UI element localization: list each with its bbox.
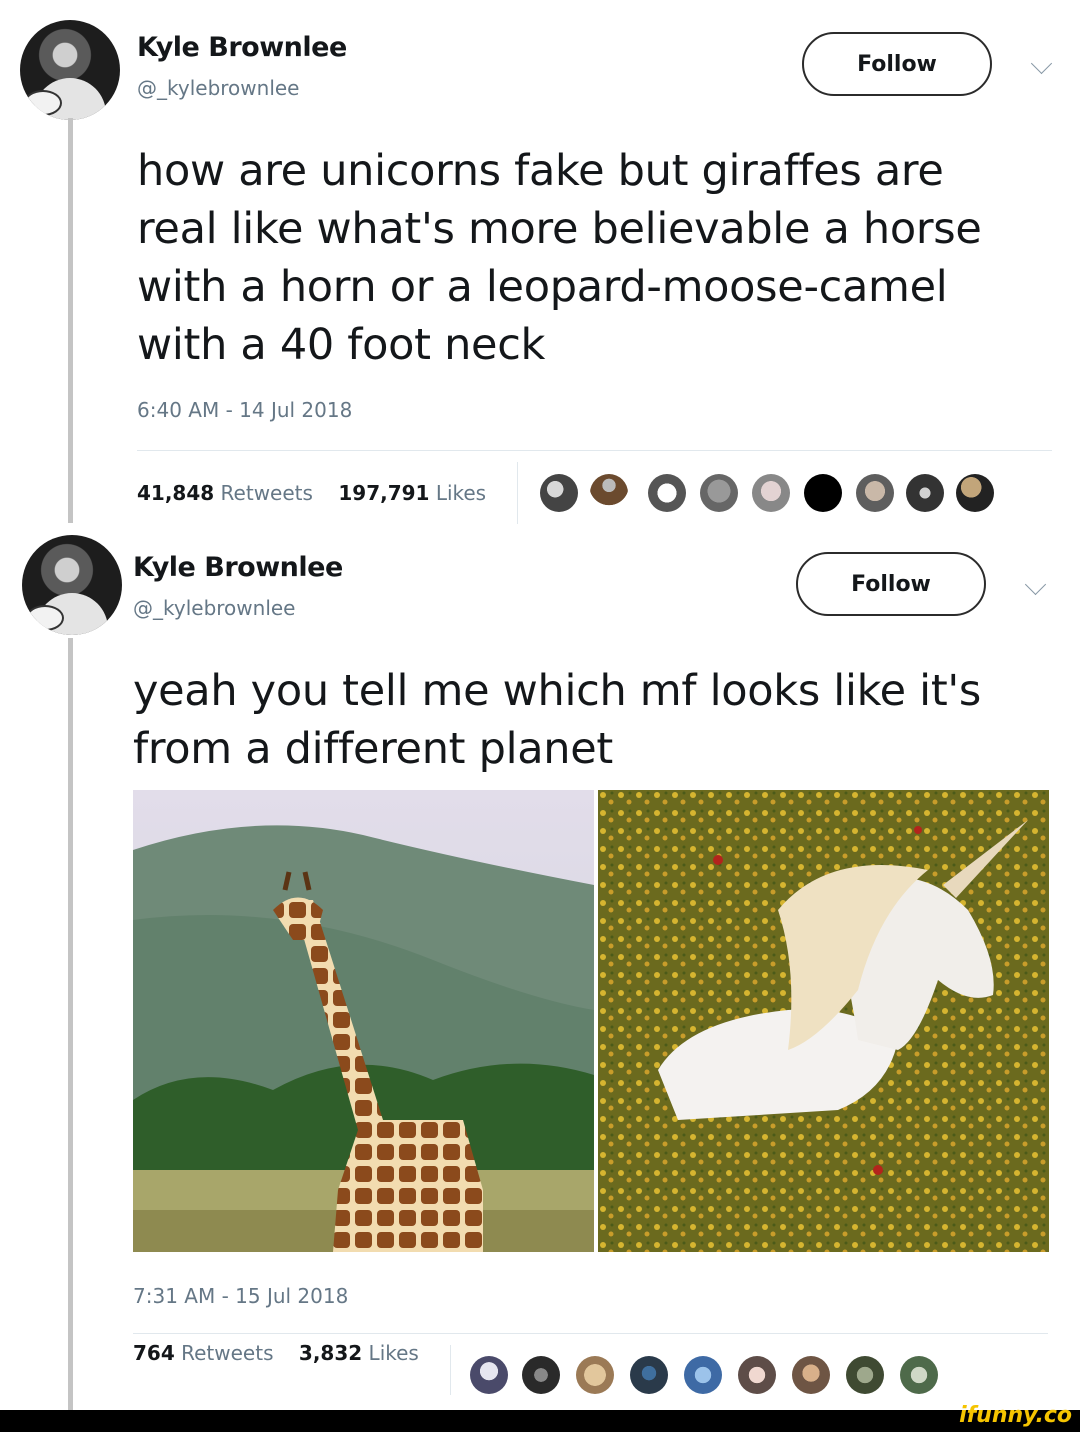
tweet-stats: 41,848 Retweets 197,791 Likes	[137, 481, 486, 505]
avatar[interactable]	[856, 474, 894, 512]
ifunny-watermark: ifunny.co	[959, 1403, 1072, 1428]
liker-avatars	[470, 1356, 950, 1396]
stats-separator	[517, 462, 518, 524]
avatar[interactable]	[752, 474, 790, 512]
follow-button[interactable]: Follow	[802, 32, 992, 96]
username-handle[interactable]: @_kylebrownlee	[133, 596, 295, 620]
avatar[interactable]	[900, 1356, 938, 1394]
tweet-timestamp[interactable]: 7:31 AM - 15 Jul 2018	[133, 1284, 348, 1308]
stats-separator	[450, 1345, 451, 1395]
username-handle[interactable]: @_kylebrownlee	[137, 76, 299, 100]
retweets-count[interactable]: 41,848	[137, 481, 214, 505]
likes-label[interactable]: Likes	[436, 481, 486, 505]
avatar[interactable]	[738, 1356, 776, 1394]
avatar[interactable]	[540, 474, 578, 512]
avatar[interactable]	[804, 474, 842, 512]
avatar[interactable]	[700, 474, 738, 512]
chevron-down-icon[interactable]	[1024, 573, 1047, 596]
chevron-down-icon[interactable]	[1030, 52, 1053, 75]
likes-count[interactable]: 197,791	[338, 481, 429, 505]
giraffe-photo[interactable]	[133, 790, 594, 1252]
watermark-bar	[0, 1410, 1080, 1432]
retweets-count[interactable]: 764	[133, 1341, 175, 1365]
avatar[interactable]	[470, 1356, 508, 1394]
avatar[interactable]	[792, 1356, 830, 1394]
likes-count[interactable]: 3,832	[299, 1341, 362, 1365]
avatar[interactable]	[522, 1356, 560, 1394]
avatar[interactable]	[576, 1356, 614, 1394]
avatar[interactable]	[648, 474, 686, 512]
divider	[137, 450, 1052, 451]
tweet-text: yeah you tell me which mf looks like it'…	[133, 666, 982, 774]
unicorn-photo[interactable]	[598, 790, 1049, 1252]
avatar[interactable]	[956, 474, 994, 512]
tweet-text: how are unicorns fake but giraffes are r…	[137, 146, 982, 370]
avatar[interactable]	[846, 1356, 884, 1394]
giraffe-image	[133, 790, 594, 1252]
thread-line	[68, 118, 73, 523]
avatar[interactable]	[590, 474, 628, 512]
thread-line	[68, 638, 73, 1412]
avatar[interactable]	[684, 1356, 722, 1394]
avatar[interactable]	[906, 474, 944, 512]
display-name[interactable]: Kyle Brownlee	[133, 552, 343, 583]
display-name[interactable]: Kyle Brownlee	[137, 32, 347, 63]
liker-avatars	[540, 474, 1020, 514]
tweet-timestamp[interactable]: 6:40 AM - 14 Jul 2018	[137, 398, 352, 422]
likes-label[interactable]: Likes	[369, 1341, 419, 1365]
retweets-label[interactable]: Retweets	[181, 1341, 273, 1365]
follow-button[interactable]: Follow	[796, 552, 986, 616]
tweet-stats-final: 764 Retweets 3,832 Likes	[133, 1341, 419, 1365]
avatar[interactable]	[630, 1356, 668, 1394]
divider	[133, 1333, 1048, 1334]
unicorn-image	[598, 790, 1049, 1252]
avatar[interactable]	[22, 535, 122, 635]
avatar[interactable]	[20, 20, 120, 120]
retweets-label[interactable]: Retweets	[221, 481, 313, 505]
